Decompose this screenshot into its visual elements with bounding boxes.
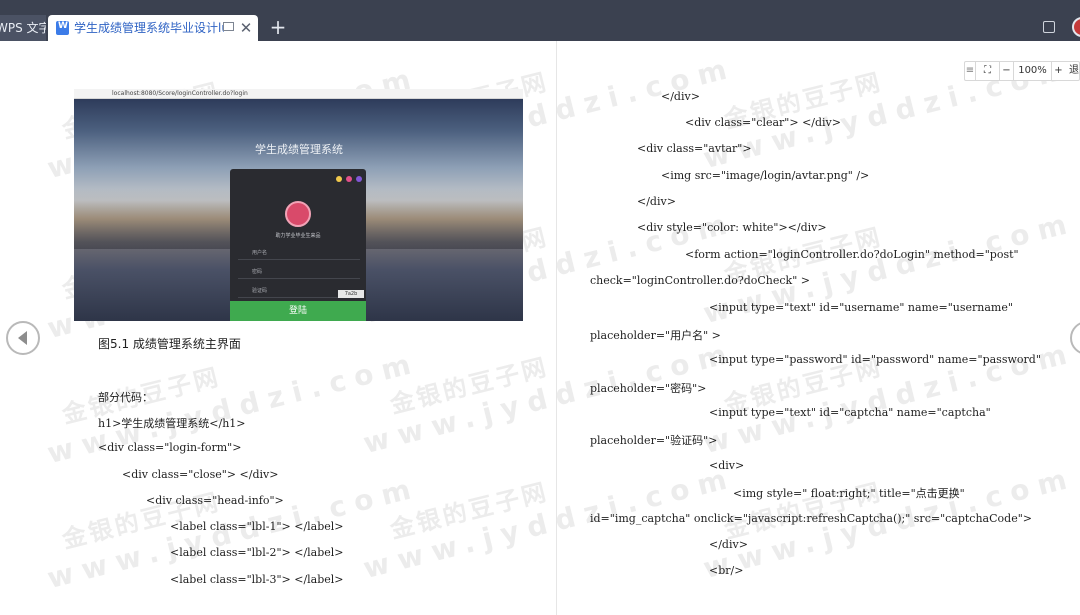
figure-avatar [285,201,311,227]
code-line: </div> [709,538,748,551]
code-line: <br/> [709,564,744,577]
figure-dot-purple [356,176,362,182]
zoom-level[interactable]: 100% [1013,62,1051,80]
figure-password-field: 密码 [238,265,360,279]
code-line: </div> [637,195,676,208]
code-line: <label class="lbl-2"> </label> [170,546,344,559]
window-icon[interactable] [223,22,234,31]
drag-handle-icon[interactable]: ≡ [965,62,975,80]
zoom-in-button[interactable]: + [1051,62,1065,80]
code-line: id="img_captcha" onclick="javascript:ref… [590,512,1032,525]
tab-wps-home-label: WPS 文字 [0,21,46,35]
figure-username-field: 用户名 [238,246,360,260]
watermark-cn: 金银的豆子网 [721,477,886,544]
code-line: 部分代码： [98,391,153,404]
code-line: </div> [661,90,700,103]
next-page-button[interactable] [1070,321,1080,355]
code-line: <input type="text" id="captcha" name="ca… [709,406,991,419]
code-line: <div class="clear"> </div> [685,116,841,129]
watermark-cn: 金银的豆子网 [387,477,552,544]
code-line: placeholder="验证码"> [590,434,718,447]
window-mode-icon[interactable] [1043,21,1055,33]
code-line: <label class="lbl-1"> </label> [170,520,344,533]
tab-wps-home[interactable]: WPS 文字 [0,15,46,41]
document-area: 金银的豆子网 www.jyddzi.com 金银的豆子网 www.jyddzi.… [0,41,1080,615]
login-screenshot-figure: localhost:8080/Score/loginController.do?… [74,89,523,321]
code-line: <label class="lbl-3"> </label> [170,573,344,586]
code-line: check="loginController.do?doCheck" > [590,274,810,287]
code-line: <input type="password" id="password" nam… [709,353,1041,366]
figure-login-button: 登陆 [230,301,366,321]
code-line: h1>学生成绩管理系统</h1> [98,417,246,430]
figure-address-bar: localhost:8080/Score/loginController.do?… [74,89,523,99]
code-line: <form action="loginController.do?doLogin… [685,248,1019,261]
code-line: <div class="login-form"> [98,441,242,454]
code-line: <input type="text" id="username" name="u… [709,301,1013,314]
code-line: placeholder="密码"> [590,382,707,395]
code-line: <div> [709,459,745,472]
figure-app-title: 学生成绩管理系统 [255,143,343,156]
exit-button[interactable]: 退 [1067,62,1080,80]
tab-document[interactable]: 学生成绩管理系统毕业设计lun文 ✕ [48,15,258,41]
previous-page-button[interactable] [6,321,40,355]
code-line: <div class="avtar"> [637,142,752,155]
zoom-out-button[interactable]: − [999,62,1013,80]
page-divider [556,41,557,615]
tab-document-title: 学生成绩管理系统毕业设计lun文 [74,21,224,35]
figure-welcome: 助力学业毕业生来品 [275,233,321,239]
figure-captcha-image: 7a2b [338,290,364,298]
code-line: <div class="head-info"> [146,494,284,507]
code-line: <img style=" float:right;" title="点击更换" [733,487,965,500]
watermark-cn: 金银的豆子网 [387,352,552,419]
tab-bar: WPS 文字 学生成绩管理系统毕业设计lun文 ✕ + [0,0,1080,41]
code-line: <img src="image/login/avtar.png" /> [661,169,870,182]
figure-dot-pink [346,176,352,182]
code-line: <div class="close"> </div> [122,468,279,481]
avatar[interactable] [1072,17,1080,37]
code-line: placeholder="用户名" > [590,329,721,342]
figure-login-panel: 助力学业毕业生来品 用户名 密码 验证码 7a2b [230,169,366,305]
figure-url: localhost:8080/Score/loginController.do?… [112,90,248,97]
figure-caption: 图5.1 成绩管理系统主界面 [98,337,241,351]
fit-page-icon[interactable]: ⛶ [975,62,999,80]
close-icon[interactable]: ✕ [238,18,254,38]
watermark-cn: 金银的豆子网 [59,487,224,554]
document-icon [56,21,69,35]
figure-dot-yellow [336,176,342,182]
zoom-control: ≡ ⛶ − 100% + 退 [964,61,1080,81]
code-line: <div style="color: white"></div> [637,221,827,234]
new-tab-button[interactable]: + [268,15,288,41]
